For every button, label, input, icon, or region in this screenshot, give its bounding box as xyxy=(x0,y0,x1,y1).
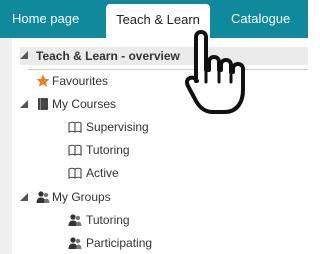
star-icon xyxy=(36,74,50,87)
tree-item-label: My Groups xyxy=(52,190,111,204)
tree-item-label: Favourites xyxy=(52,74,109,88)
tree-item-label: Active xyxy=(86,166,119,180)
tree-item-label: Tutoring xyxy=(86,143,130,157)
tree-item-label: Supervising xyxy=(86,120,149,134)
tab-teach-and-learn[interactable]: Teach & Learn xyxy=(106,4,210,38)
navigation-tree: Teach & Learn - overview Favourites My C… xyxy=(12,38,308,254)
tree-item-my-courses[interactable]: My Courses xyxy=(20,97,296,120)
app-frame: Home page Teach & Learn Catalogue Teach … xyxy=(0,0,308,254)
tab-catalogue[interactable]: Catalogue xyxy=(231,0,290,38)
tree-item-label: My Courses xyxy=(52,97,117,111)
collapse-arrow-icon[interactable] xyxy=(20,193,28,201)
tree-item-group[interactable]: Participating xyxy=(68,236,296,254)
open-book-icon xyxy=(68,144,82,156)
open-book-icon xyxy=(68,121,82,133)
tree-item-label: Participating xyxy=(86,236,153,250)
collapse-arrow-icon[interactable] xyxy=(20,100,28,108)
group-icon xyxy=(36,191,50,203)
open-book-icon xyxy=(68,167,82,179)
tree-item-course[interactable]: Active xyxy=(68,166,296,189)
tab-home-page[interactable]: Home page xyxy=(12,0,79,38)
book-icon xyxy=(38,98,48,110)
collapse-arrow-icon[interactable] xyxy=(20,51,28,59)
tree-item-course[interactable]: Supervising xyxy=(68,120,296,143)
group-icon xyxy=(68,237,82,249)
tree-item-my-groups[interactable]: My Groups xyxy=(20,190,296,213)
group-icon xyxy=(68,214,82,226)
tree-item-label: Teach & Learn - overview xyxy=(36,49,180,63)
tree-item-label: Tutoring xyxy=(86,213,130,227)
tree-item-favourites[interactable]: Favourites xyxy=(36,74,296,97)
top-navigation: Home page Teach & Learn Catalogue xyxy=(0,0,308,38)
tree-item-group[interactable]: Tutoring xyxy=(68,213,296,236)
sidebar-gutter xyxy=(0,38,12,254)
tree-item-course[interactable]: Tutoring xyxy=(68,143,296,166)
divider xyxy=(28,69,308,70)
tree-item-overview[interactable]: Teach & Learn - overview xyxy=(20,47,308,70)
